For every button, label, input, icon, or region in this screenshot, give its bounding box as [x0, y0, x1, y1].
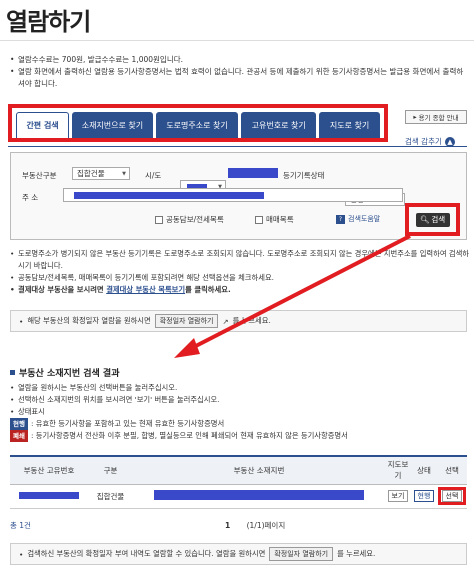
- fee-note: 열람수수료는 700원, 발급수수료는 1,000원입니다.: [10, 54, 465, 66]
- sales-list-checkbox[interactable]: 매매목록: [255, 214, 294, 225]
- property-type-select[interactable]: 집합건물: [72, 167, 130, 180]
- tab-unique-number[interactable]: 고유번호로 찾기: [241, 112, 317, 138]
- collapse-label: 검색 감추기: [405, 137, 442, 146]
- annotation-arrow: [174, 234, 411, 358]
- map-view-button[interactable]: 보기: [387, 490, 409, 502]
- search-button[interactable]: 🔍︎ 검색: [415, 212, 450, 227]
- results-notes: 열람을 원하시는 부동산의 선택버튼을 눌러주십시오. 선택하신 소재지번의 위…: [10, 382, 470, 442]
- map-note: 선택하신 소재지번의 위치를 보시려면 '보기' 버튼을 눌러주십시오.: [10, 394, 470, 406]
- cell-type: 집합건물: [88, 484, 133, 509]
- confirm-note-prefix: 해당 부동산의 확정일자 열람을 원하시면: [27, 316, 151, 325]
- property-type-value: 집합건물: [77, 169, 105, 178]
- current-page[interactable]: 1: [225, 521, 230, 530]
- select-button-highlight: 선택: [437, 487, 467, 505]
- pagination: 총 1건 1 (1/1)페이지: [10, 520, 467, 531]
- status-current-tag: 현행: [10, 418, 28, 430]
- bullet: •: [19, 549, 24, 559]
- batch-note-prefix: 결제대상 부동산을 보시려면: [18, 285, 104, 294]
- redacted-region: [228, 168, 278, 178]
- chevron-up-icon: ▲: [444, 136, 455, 147]
- page-info: (1/1)페이지: [246, 521, 286, 530]
- bottom-note-suffix: 를 누르세요.: [337, 549, 376, 558]
- select-button[interactable]: 선택: [441, 490, 463, 502]
- cell-address: [133, 484, 385, 509]
- collapse-search-toggle[interactable]: 검색 감추기 ▲: [405, 136, 455, 147]
- status-closed-legend: 폐쇄: 등기사항증명서 전산화 이후 분필, 합병, 멸실등으로 인해 폐쇄되어…: [10, 430, 470, 442]
- sales-list-label: 매매목록: [266, 215, 294, 224]
- legal-note: 열람 화면에서 출력하신 열람용 등기사항증명서는 법적 효력이 없습니다. 관…: [10, 66, 465, 90]
- status-current-legend: 현행: 유효한 등기사항을 포함하고 있는 현재 유효한 등기사항증명서: [10, 418, 470, 430]
- bullet: •: [19, 316, 24, 326]
- search-tabs: 간편 검색 소재지번으로 찾기 도로명주소로 찾기 고유번호로 찾기 지도로 찾…: [8, 104, 388, 142]
- page-title: 열람하기: [6, 8, 91, 36]
- tab-road-address[interactable]: 도로명주소로 찾기: [155, 112, 239, 138]
- document-icon: ▸: [413, 113, 417, 121]
- tab-lot-address[interactable]: 소재지번으로 찾기: [72, 112, 153, 138]
- total-count: 총 1건: [10, 521, 31, 530]
- cell-unique-number: [10, 484, 88, 509]
- redacted-address-result: [154, 490, 364, 500]
- search-help-button[interactable]: ? 검색도움말: [336, 214, 380, 224]
- redacted-address: [74, 192, 264, 199]
- col-address: 부동산 소재지번: [133, 455, 385, 485]
- top-notes: 열람수수료는 700원, 발급수수료는 1,000원입니다. 열람 화면에서 출…: [10, 54, 465, 90]
- status-note: 상태표시: [10, 406, 470, 418]
- guide-button[interactable]: ▸ 용기 종합 안내: [405, 110, 467, 124]
- record-status-label: 등기기록상태: [283, 171, 325, 180]
- table-row: 집합건물 보기 현행 선택: [10, 484, 467, 509]
- search-help-label: 검색도움말: [348, 215, 381, 223]
- col-map: 지도보기: [385, 455, 411, 485]
- results-table: 부동산 고유번호 구분 부동산 소재지번 지도보기 상태 선택 집합건물 보기 …: [10, 455, 467, 509]
- status-badge: 현행: [413, 490, 435, 502]
- sido-label: 시/도: [145, 171, 162, 180]
- table-header-row: 부동산 고유번호 구분 부동산 소재지번 지도보기 상태 선택: [10, 455, 467, 485]
- checkbox-box: [155, 215, 163, 224]
- search-button-label: 검색: [431, 215, 446, 224]
- cell-status: 현행: [411, 484, 437, 509]
- status-current-text: : 유효한 등기사항을 포함하고 있는 현재 유효한 등기사항증명서: [30, 419, 225, 428]
- col-type: 구분: [88, 455, 133, 485]
- results-title-text: 부동산 소재지번 검색 결과: [19, 369, 120, 379]
- select-note: 열람을 원하시는 부동산의 선택버튼을 눌러주십시오.: [10, 382, 470, 394]
- section-bullet-icon: [10, 370, 15, 375]
- bottom-confirm-date-button[interactable]: 확정일자 열람하기: [269, 547, 334, 561]
- col-status: 상태: [411, 455, 437, 485]
- cell-map: 보기: [385, 484, 411, 509]
- address-input[interactable]: [63, 188, 403, 202]
- results-title: 부동산 소재지번 검색 결과: [10, 366, 119, 379]
- search-icon: 🔍︎: [419, 215, 430, 224]
- bottom-note-prefix: 검색하신 부동산의 확정일자 부여 내역도 열람할 수 있습니다. 열람을 원하…: [27, 549, 266, 558]
- status-closed-text: : 등기사항증명서 전산화 이후 분필, 합병, 멸실등으로 인해 폐쇄되어 현…: [30, 431, 348, 440]
- tab-map[interactable]: 지도로 찾기: [319, 112, 380, 138]
- cell-select: 선택: [437, 484, 467, 509]
- page-indicator: 1 (1/1)페이지: [225, 520, 285, 531]
- bottom-confirm-note: • 검색하신 부동산의 확정일자 부여 내역도 열람할 수 있습니다. 열람을 …: [10, 543, 467, 565]
- tab-simple-search[interactable]: 간편 검색: [16, 112, 70, 138]
- checkbox-box: [255, 215, 263, 224]
- property-type-label: 부동산구분: [22, 171, 57, 180]
- status-closed-tag: 폐쇄: [10, 430, 28, 442]
- guide-button-label: 용기 종합 안내: [418, 114, 459, 122]
- redacted-unique-number: [19, 491, 79, 499]
- tab-underline: [8, 146, 467, 147]
- joint-collateral-label: 공동담보/전세목록: [166, 215, 224, 224]
- question-icon: ?: [336, 214, 345, 224]
- joint-collateral-checkbox[interactable]: 공동담보/전세목록: [155, 214, 224, 225]
- address-label: 주 소: [22, 193, 39, 202]
- col-unique-number: 부동산 고유번호: [10, 455, 88, 485]
- title-divider: [0, 40, 474, 41]
- col-select: 선택: [437, 455, 467, 485]
